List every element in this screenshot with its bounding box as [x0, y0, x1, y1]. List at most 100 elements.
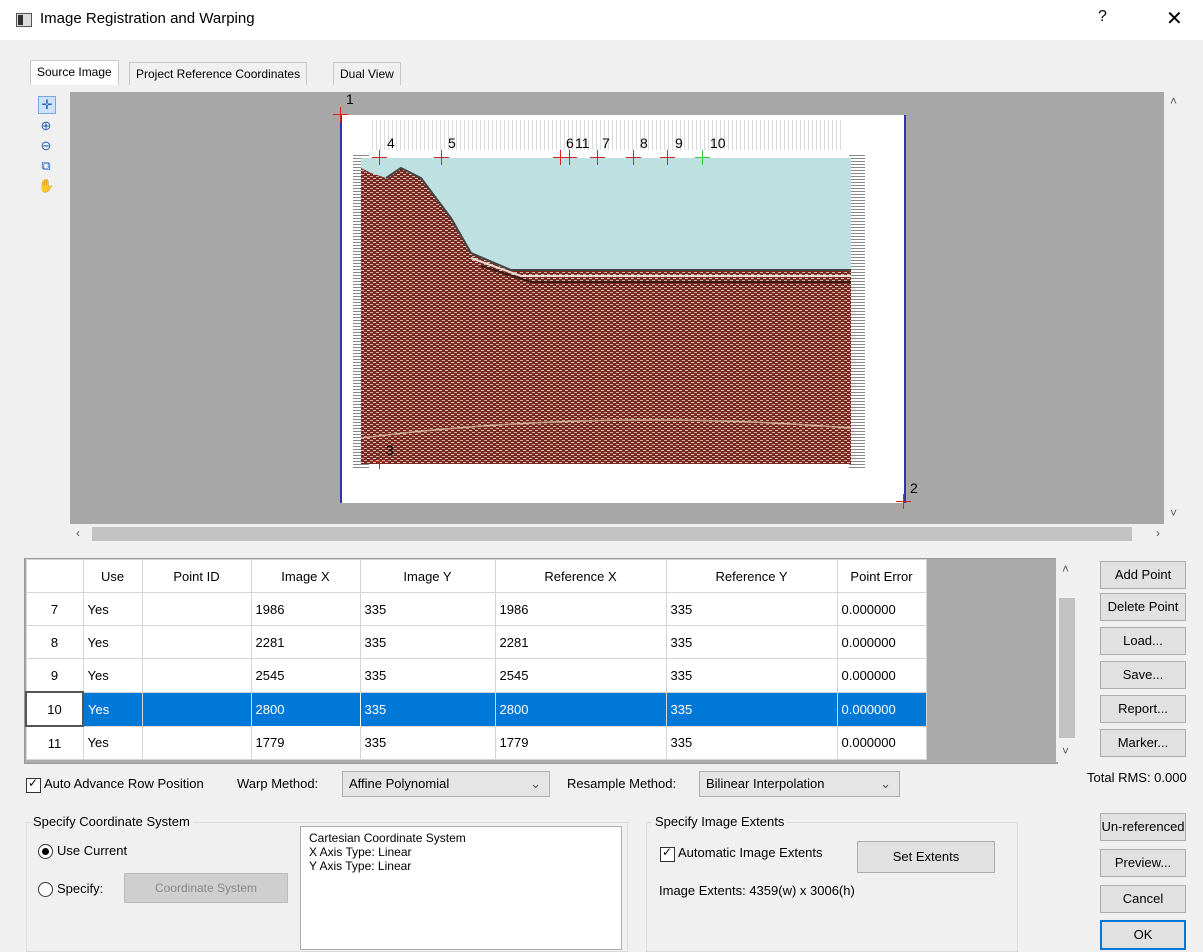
cell-point-error[interactable]: 0.000000	[836, 625, 927, 659]
cell-point-id[interactable]	[141, 625, 252, 659]
cell-reference-x[interactable]: 2800	[494, 691, 667, 727]
cell-image-y[interactable]: 335	[359, 592, 496, 626]
cell-point-id[interactable]	[141, 658, 252, 693]
cell-reference-y[interactable]: 335	[665, 592, 838, 626]
cell-image-y[interactable]: 335	[359, 725, 496, 760]
table-row[interactable]: 7 Yes 1986 335 1986 335 0.000000	[25, 592, 927, 626]
tab-dual-view[interactable]: Dual View	[333, 62, 401, 85]
coordinate-system-button[interactable]: Coordinate System	[124, 873, 288, 903]
cell-point-id[interactable]	[141, 725, 252, 760]
cell-point-error[interactable]: 0.000000	[836, 658, 927, 693]
scroll-down-icon[interactable]: ˅	[1062, 744, 1069, 758]
control-point-marker[interactable]	[372, 150, 387, 165]
marker-button[interactable]: Marker...	[1100, 729, 1186, 757]
selected-table-row[interactable]: 10 Yes 2800 335 2800 335 0.000000	[25, 691, 927, 727]
pan-hand-icon[interactable]: ✋	[38, 178, 54, 194]
cell-point-error[interactable]: 0.000000	[836, 691, 927, 727]
cell-reference-x[interactable]: 1986	[494, 592, 667, 626]
cell-image-y[interactable]: 335	[359, 691, 496, 727]
scroll-thumb[interactable]	[1059, 598, 1075, 738]
add-point-button[interactable]: Add Point	[1100, 561, 1186, 589]
unreferenced-button[interactable]: Un-referenced	[1100, 813, 1186, 841]
cell-use[interactable]: Yes	[82, 592, 143, 626]
viewer-vertical-scrollbar[interactable]: ˄ ˅	[1164, 92, 1186, 524]
tab-source-image[interactable]: Source Image	[30, 60, 119, 85]
cell-use[interactable]: Yes	[82, 691, 143, 727]
control-point-marker[interactable]	[372, 454, 387, 469]
auto-advance-checkbox[interactable]: ✓	[26, 776, 41, 793]
close-button[interactable]: ✕	[1166, 6, 1183, 31]
warp-method-select[interactable]: Affine Polynomial ⌄	[342, 771, 550, 797]
row-number[interactable]: 7	[25, 592, 84, 626]
row-number[interactable]: 11	[25, 725, 84, 760]
column-header-point-id[interactable]: Point ID	[141, 559, 252, 593]
set-extents-button[interactable]: Set Extents	[857, 841, 995, 873]
control-points-table[interactable]: Use Point ID Image X Image Y Reference X…	[24, 558, 1058, 764]
control-point-marker[interactable]	[590, 150, 605, 165]
cell-image-x[interactable]: 1779	[250, 725, 361, 760]
automatic-extents-checkbox[interactable]: ✓	[660, 845, 675, 862]
save-button[interactable]: Save...	[1100, 661, 1186, 689]
cell-reference-y[interactable]: 335	[665, 691, 838, 727]
column-header-reference-x[interactable]: Reference X	[494, 559, 667, 593]
scroll-up-icon[interactable]: ˄	[1062, 562, 1069, 576]
control-point-marker[interactable]	[333, 107, 348, 122]
cell-image-x[interactable]: 2800	[250, 691, 361, 727]
cell-use[interactable]: Yes	[82, 725, 143, 760]
crosshair-tool-icon[interactable]: ✛	[38, 96, 56, 114]
cell-image-x[interactable]: 1986	[250, 592, 361, 626]
cell-reference-y[interactable]: 335	[665, 625, 838, 659]
zoom-out-icon[interactable]: ⊖	[38, 138, 54, 154]
image-viewer[interactable]: 1 2 3 4 5 6 11 7 8 9 10	[70, 91, 1164, 524]
cell-use[interactable]: Yes	[82, 658, 143, 693]
cell-point-error[interactable]: 0.000000	[836, 725, 927, 760]
preview-button[interactable]: Preview...	[1100, 849, 1186, 877]
viewer-horizontal-scrollbar[interactable]: ‹ ›	[70, 524, 1164, 544]
row-number[interactable]: 8	[25, 625, 84, 659]
cell-reference-y[interactable]: 335	[665, 725, 838, 760]
control-point-marker[interactable]	[660, 150, 675, 165]
table-vertical-scrollbar[interactable]: ˄ ˅	[1056, 558, 1078, 762]
cell-point-id[interactable]	[141, 592, 252, 626]
active-control-point-marker[interactable]	[695, 150, 710, 165]
resample-method-select[interactable]: Bilinear Interpolation ⌄	[699, 771, 900, 797]
specify-radio[interactable]	[38, 882, 53, 897]
control-point-marker[interactable]	[434, 150, 449, 165]
column-header-image-y[interactable]: Image Y	[359, 559, 496, 593]
scroll-left-icon[interactable]: ‹	[76, 526, 80, 540]
ok-button[interactable]: OK	[1100, 920, 1186, 950]
control-point-marker[interactable]	[896, 494, 911, 509]
control-point-marker[interactable]	[626, 150, 641, 165]
table-row[interactable]: 11 Yes 1779 335 1779 335 0.000000	[25, 725, 927, 760]
column-header-reference-y[interactable]: Reference Y	[665, 559, 838, 593]
row-number[interactable]: 9	[25, 658, 84, 693]
cell-image-x[interactable]: 2545	[250, 658, 361, 693]
control-point-marker[interactable]	[562, 150, 577, 165]
column-header-point-error[interactable]: Point Error	[836, 559, 927, 593]
cell-reference-x[interactable]: 2545	[494, 658, 667, 693]
cell-use[interactable]: Yes	[82, 625, 143, 659]
report-button[interactable]: Report...	[1100, 695, 1186, 723]
scroll-down-icon[interactable]: ˅	[1170, 506, 1177, 520]
cell-reference-y[interactable]: 335	[665, 658, 838, 693]
zoom-extent-icon[interactable]: ⧉	[38, 158, 54, 174]
cell-reference-x[interactable]: 1779	[494, 725, 667, 760]
cancel-button[interactable]: Cancel	[1100, 885, 1186, 913]
column-header-use[interactable]: Use	[82, 559, 143, 593]
cell-reference-x[interactable]: 2281	[494, 625, 667, 659]
scroll-right-icon[interactable]: ›	[1156, 526, 1160, 540]
zoom-in-icon[interactable]: ⊕	[38, 118, 54, 134]
scroll-thumb[interactable]	[92, 527, 1132, 541]
cell-image-y[interactable]: 335	[359, 658, 496, 693]
cell-point-error[interactable]: 0.000000	[836, 592, 927, 626]
help-button[interactable]: ?	[1098, 8, 1107, 26]
scroll-up-icon[interactable]: ˄	[1170, 94, 1177, 108]
delete-point-button[interactable]: Delete Point	[1100, 593, 1186, 621]
use-current-radio[interactable]	[38, 844, 53, 859]
column-header-image-x[interactable]: Image X	[250, 559, 361, 593]
cell-image-x[interactable]: 2281	[250, 625, 361, 659]
table-row[interactable]: 8 Yes 2281 335 2281 335 0.000000	[25, 625, 927, 659]
load-button[interactable]: Load...	[1100, 627, 1186, 655]
table-row[interactable]: 9 Yes 2545 335 2545 335 0.000000	[25, 658, 927, 693]
tab-project-reference-coordinates[interactable]: Project Reference Coordinates	[129, 62, 308, 85]
